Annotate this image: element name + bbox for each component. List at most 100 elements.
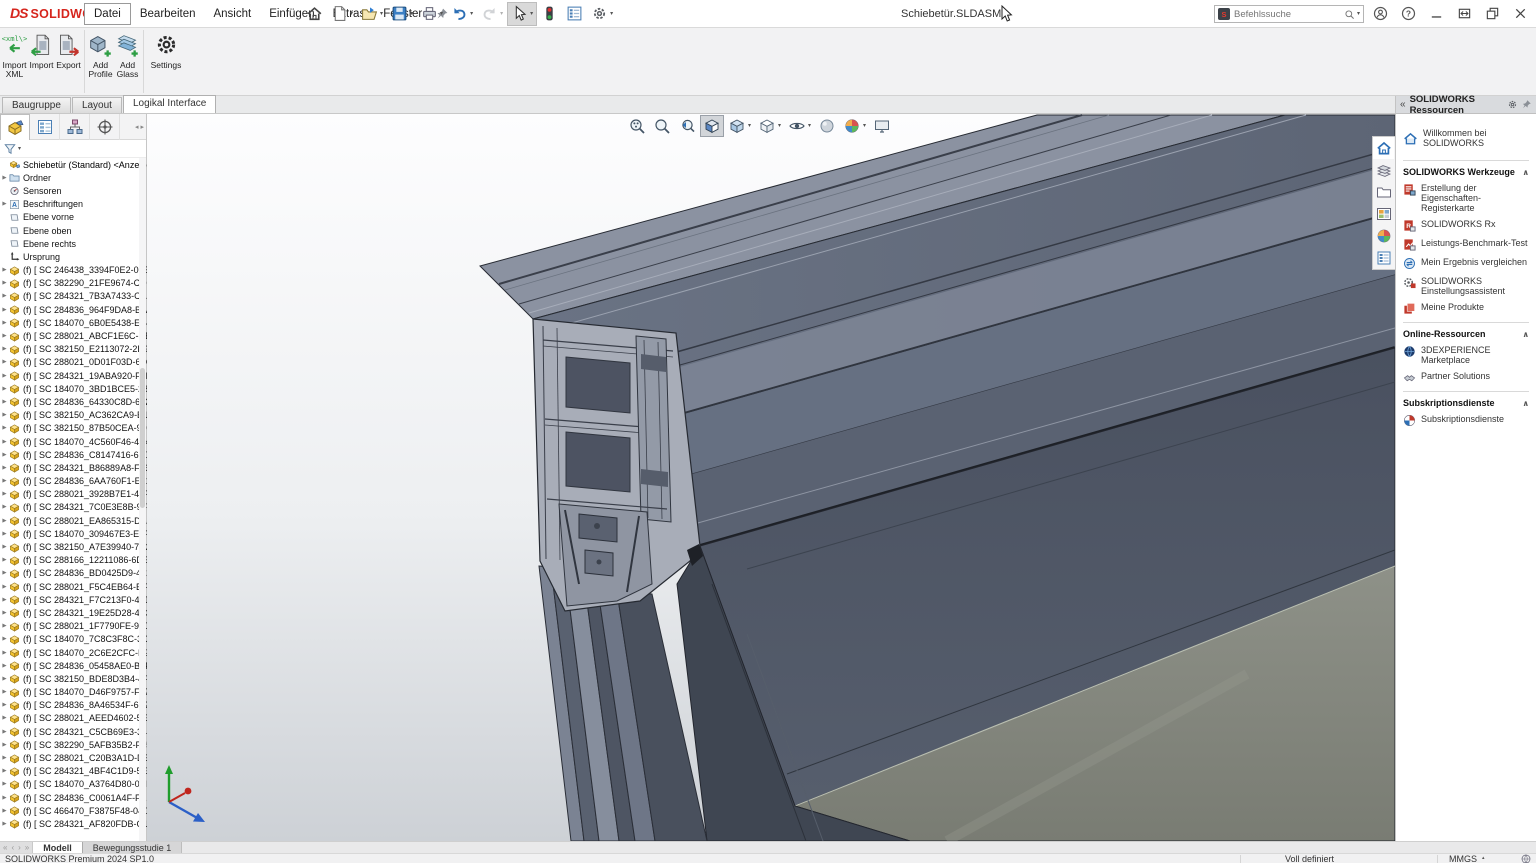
design-library-tab[interactable] — [1373, 159, 1394, 181]
print-button[interactable]: ▾ — [417, 2, 447, 26]
graphics-area[interactable]: ▾▾▾▾ — [147, 114, 1395, 841]
panel-tab-overflow[interactable]: ◂ ▸ — [120, 114, 146, 139]
taskpane-link[interactable]: Leistungs-Benchmark-Test — [1403, 238, 1529, 251]
welcome-link[interactable]: Willkommen bei SOLIDWORKS — [1403, 128, 1529, 148]
menu-ansicht[interactable]: Ansicht — [204, 4, 260, 24]
tree-part-item[interactable]: ▶(f) [ SC 288021_EA865315-DA4D — [0, 514, 147, 527]
tree-item-ebene-vorne[interactable]: Ebene vorne — [0, 211, 147, 224]
tree-part-item[interactable]: ▶(f) [ SC 284321_B86889A8-F467- — [0, 461, 147, 474]
select-dropdown-icon[interactable]: ▾ — [530, 11, 533, 17]
tree-part-item[interactable]: ▶(f) [ SC 246438_3394F0E2-01B2-- — [0, 264, 147, 277]
tree-part-item[interactable]: ▶(f) [ SC 284321_19ABA920-F0E3- — [0, 369, 147, 382]
expand-arrow-icon[interactable]: ▶ — [0, 795, 9, 801]
collapse-panel-icon[interactable]: « — [1400, 99, 1406, 110]
add-profile-button[interactable]: Add Profile — [87, 30, 114, 93]
zoom-to-fit-button[interactable] — [625, 115, 649, 137]
tree-part-item[interactable]: ▶(f) [ SC 382150_87B50CEA-905B- — [0, 422, 147, 435]
select-button[interactable]: ▾ — [507, 2, 537, 26]
search-dropdown-icon[interactable]: ▾ — [1357, 11, 1360, 17]
tree-part-item[interactable]: ▶(f) [ SC 466470_F3875F48-04D3-- — [0, 804, 147, 817]
expand-arrow-icon[interactable]: ▶ — [0, 359, 9, 365]
expand-arrow-icon[interactable]: ▶ — [0, 584, 9, 590]
tree-part-item[interactable]: ▶(f) [ SC 184070_2C6E2CFC-E901- — [0, 646, 147, 659]
search-input[interactable] — [1234, 9, 1344, 20]
taskpane-link[interactable]: Subskriptionsdienste — [1403, 414, 1529, 427]
menu-datei[interactable]: Datei — [84, 3, 131, 25]
options-list-button[interactable] — [562, 2, 587, 26]
tree-part-item[interactable]: ▶(f) [ SC 184070_7C8C3F8C-3C70 — [0, 633, 147, 646]
tree-part-item[interactable]: ▶(f) [ SC 382290_21FE9674-CD68- — [0, 277, 147, 290]
redo-button[interactable]: ▾ — [477, 2, 507, 26]
section-header-solidworks-werkzeuge[interactable]: SOLIDWORKS Werkzeuge∧ — [1403, 167, 1529, 177]
collapse-chevron-icon[interactable]: ∧ — [1523, 330, 1530, 339]
tree-part-item[interactable]: ▶(f) [ SC 288021_C20B3A1D-DEF1 — [0, 751, 147, 764]
hide-show-items-dropdown-icon[interactable]: ▾ — [808, 123, 811, 129]
options-dropdown-icon[interactable]: ▾ — [610, 11, 613, 17]
print-dropdown-icon[interactable]: ▾ — [440, 11, 443, 17]
new-document-button[interactable]: ▾ — [327, 2, 357, 26]
tree-part-item[interactable]: ▶(f) [ SC 284836_6AA760F1-E319- — [0, 475, 147, 488]
propertymanager-tab[interactable] — [30, 114, 60, 140]
settings-button[interactable]: Settings — [146, 30, 186, 93]
task-pane-pin-icon[interactable] — [1521, 99, 1532, 110]
import-xml-button[interactable]: <xml\>Import XML — [1, 30, 28, 93]
tree-part-item[interactable]: ▶(f) [ SC 382150_E2113072-2B9B- — [0, 343, 147, 356]
tree-part-item[interactable]: ▶(f) [ SC 284321_7C0E3E8B-9F41- — [0, 501, 147, 514]
tree-part-item[interactable]: ▶(f) [ SC 382290_5AFB35B2-F55A- — [0, 738, 147, 751]
close-button[interactable] — [1506, 0, 1534, 27]
featuremanager-tree-tab[interactable] — [0, 114, 30, 140]
solidworks-resources-tab[interactable] — [1373, 137, 1394, 159]
tree-part-item[interactable]: ▶(f) [ SC 284836_BD0425D9-4423- — [0, 567, 147, 580]
tree-part-item[interactable]: ▶(f) [ SC 288021_AEED4602-5E00- — [0, 712, 147, 725]
model-tab-nav[interactable]: «‹›» — [0, 842, 33, 853]
task-pane-options-gear-icon[interactable] — [1507, 99, 1518, 110]
expand-arrow-icon[interactable]: ▶ — [0, 412, 9, 418]
options-button[interactable]: ▾ — [587, 2, 617, 26]
tree-part-item[interactable]: ▶(f) [ SC 284321_AF820FDB-C149 — [0, 817, 147, 830]
status-units-selector[interactable]: MMGS ▴ — [1449, 854, 1485, 863]
tree-part-item[interactable]: ▶(f) [ SC 284321_19E25D28-4E38-- — [0, 606, 147, 619]
tree-part-item[interactable]: ▶(f) [ SC 382150_A7E39940-7C2A- — [0, 540, 147, 553]
minimize-button[interactable] — [1422, 0, 1450, 27]
tree-part-item[interactable]: ▶(f) [ SC 184070_D46F9757-F076- — [0, 686, 147, 699]
taskpane-link[interactable]: RSOLIDWORKS Rx — [1403, 219, 1529, 232]
prev-tab-icon[interactable]: ‹ — [11, 843, 14, 852]
tree-item-ursprung[interactable]: Ursprung — [0, 250, 147, 263]
taskpane-link[interactable]: Partner Solutions — [1403, 371, 1529, 384]
tree-item-ebene-oben[interactable]: Ebene oben — [0, 224, 147, 237]
tree-part-item[interactable]: ▶(f) [ SC 184070_4C560F46-4A4F- — [0, 435, 147, 448]
tree-part-item[interactable]: ▶(f) [ SC 184070_3BD1BCE5-28A2 — [0, 382, 147, 395]
add-glass-button[interactable]: Add Glass — [114, 30, 141, 93]
taskpane-link[interactable]: Erstellung der Eigenschaften-Registerkar… — [1403, 183, 1529, 213]
expand-arrow-icon[interactable]: ▶ — [0, 399, 9, 405]
expand-arrow-icon[interactable]: ▶ — [0, 755, 9, 761]
tree-part-item[interactable]: ▶(f) [ SC 284836_C8147416-630E- — [0, 448, 147, 461]
expand-arrow-icon[interactable]: ▶ — [0, 544, 9, 550]
expand-arrow-icon[interactable]: ▶ — [0, 663, 9, 669]
tree-part-item[interactable]: ▶(f) [ SC 288021_ABCF1E6C-CB32 — [0, 329, 147, 342]
last-tab-icon[interactable]: » — [25, 843, 29, 852]
expand-arrow-icon[interactable]: ▶ — [0, 293, 9, 299]
expand-arrow-icon[interactable]: ▶ — [0, 465, 9, 471]
expand-arrow-icon[interactable]: ▶ — [0, 597, 9, 603]
expand-arrow-icon[interactable]: ▶ — [0, 689, 9, 695]
expand-arrow-icon[interactable]: ▶ — [0, 439, 9, 445]
tree-part-item[interactable]: ▶(f) [ SC 288021_F5C4EB64-EF9A- — [0, 580, 147, 593]
tree-item-ordner[interactable]: ▶Ordner — [0, 171, 147, 184]
expand-arrow-icon[interactable]: ▶ — [0, 768, 9, 774]
save-dropdown-icon[interactable]: ▾ — [410, 11, 413, 17]
open-dropdown-icon[interactable]: ▾ — [380, 11, 383, 17]
tree-item-beschriftungen[interactable]: ▶ABeschriftungen — [0, 198, 147, 211]
help-button[interactable]: ? — [1394, 0, 1422, 27]
display-style-dropdown-icon[interactable]: ▾ — [778, 123, 781, 129]
expand-arrow-icon[interactable]: ▶ — [0, 307, 9, 313]
expand-arrow-icon[interactable]: ▶ — [0, 531, 9, 537]
expand-arrow-icon[interactable]: ▶ — [0, 623, 9, 629]
expand-arrow-icon[interactable]: ▶ — [0, 504, 9, 510]
view-orientation-button[interactable]: ▾ — [725, 115, 754, 137]
view-settings-button[interactable] — [870, 115, 894, 137]
tree-part-item[interactable]: ▶(f) [ SC 284836_05458AE0-B4F5- — [0, 659, 147, 672]
export-button[interactable]: Export — [55, 30, 82, 93]
view-palette-tab[interactable] — [1373, 203, 1394, 225]
section-header-online-ressourcen[interactable]: Online-Ressourcen∧ — [1403, 329, 1529, 339]
